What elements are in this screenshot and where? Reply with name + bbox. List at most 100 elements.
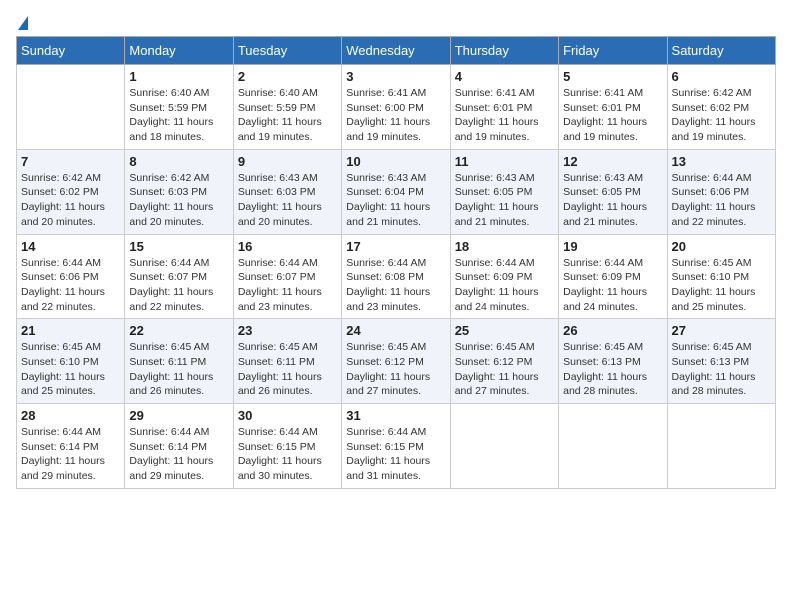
day-number: 17: [346, 239, 445, 254]
day-number: 26: [563, 323, 662, 338]
day-number: 18: [455, 239, 554, 254]
calendar-day-cell: 2Sunrise: 6:40 AMSunset: 5:59 PMDaylight…: [233, 65, 341, 150]
calendar-day-cell: 30 Sunrise: 6:44 AMSunset: 6:15 PMDayligh…: [233, 404, 341, 489]
day-info: Sunrise: 6:45 AMSunset: 6:12 PMDaylight:…: [346, 340, 445, 399]
day-number: 31: [346, 408, 445, 423]
day-number: 11: [455, 154, 554, 169]
day-number: 25: [455, 323, 554, 338]
day-info: Sunrise: 6:44 AMSunset: 6:06 PMDaylight:…: [21, 256, 120, 315]
day-number: 3: [346, 69, 445, 84]
calendar-day-cell: 21Sunrise: 6:45 AMSunset: 6:10 PMDayligh…: [17, 319, 125, 404]
day-info: Sunrise: 6:44 AMSunset: 6:15 PMDaylight:…: [238, 425, 337, 484]
day-info: Sunrise: 6:44 AMSunset: 6:08 PMDaylight:…: [346, 256, 445, 315]
day-info: Sunrise: 6:43 AMSunset: 6:03 PMDaylight:…: [238, 171, 337, 230]
day-info: Sunrise: 6:44 AMSunset: 6:07 PMDaylight:…: [238, 256, 337, 315]
calendar-week-row: 21Sunrise: 6:45 AMSunset: 6:10 PMDayligh…: [17, 319, 776, 404]
calendar-day-cell: 13 Sunrise: 6:44 AMSunset: 6:06 PMDayligh…: [667, 149, 775, 234]
weekday-header: Wednesday: [342, 37, 450, 65]
day-info: Sunrise: 6:43 AMSunset: 6:05 PMDaylight:…: [563, 171, 662, 230]
day-info: Sunrise: 6:45 AMSunset: 6:13 PMDaylight:…: [563, 340, 662, 399]
day-number: 1: [129, 69, 228, 84]
day-number: 15: [129, 239, 228, 254]
calendar-header-row: SundayMondayTuesdayWednesdayThursdayFrid…: [17, 37, 776, 65]
calendar-table: SundayMondayTuesdayWednesdayThursdayFrid…: [16, 36, 776, 489]
day-number: 28: [21, 408, 120, 423]
weekday-header: Saturday: [667, 37, 775, 65]
calendar-week-row: 7Sunrise: 6:42 AMSunset: 6:02 PMDaylight…: [17, 149, 776, 234]
calendar-day-cell: 3 Sunrise: 6:41 AMSunset: 6:00 PMDaylight…: [342, 65, 450, 150]
day-info: Sunrise: 6:42 AMSunset: 6:02 PMDaylight:…: [672, 86, 771, 145]
logo: [16, 16, 28, 30]
day-info: Sunrise: 6:41 AMSunset: 6:00 PMDaylight:…: [346, 86, 445, 145]
day-number: 9: [238, 154, 337, 169]
calendar-day-cell: 16 Sunrise: 6:44 AMSunset: 6:07 PMDayligh…: [233, 234, 341, 319]
logo-triangle-icon: [18, 16, 28, 30]
calendar-day-cell: 5Sunrise: 6:41 AMSunset: 6:01 PMDaylight…: [559, 65, 667, 150]
calendar-day-cell: 22Sunrise: 6:45 AMSunset: 6:11 PMDayligh…: [125, 319, 233, 404]
calendar-day-cell: 10 Sunrise: 6:43 AMSunset: 6:04 PMDayligh…: [342, 149, 450, 234]
calendar-day-cell: [17, 65, 125, 150]
day-number: 27: [672, 323, 771, 338]
calendar-day-cell: 26 Sunrise: 6:45 AMSunset: 6:13 PMDayligh…: [559, 319, 667, 404]
day-number: 30: [238, 408, 337, 423]
calendar-day-cell: 23 Sunrise: 6:45 AMSunset: 6:11 PMDayligh…: [233, 319, 341, 404]
day-info: Sunrise: 6:44 AMSunset: 6:14 PMDaylight:…: [129, 425, 228, 484]
calendar-day-cell: 12 Sunrise: 6:43 AMSunset: 6:05 PMDayligh…: [559, 149, 667, 234]
calendar-day-cell: [450, 404, 558, 489]
day-number: 13: [672, 154, 771, 169]
calendar-day-cell: 18 Sunrise: 6:44 AMSunset: 6:09 PMDayligh…: [450, 234, 558, 319]
calendar-day-cell: 8 Sunrise: 6:42 AMSunset: 6:03 PMDaylight…: [125, 149, 233, 234]
calendar-day-cell: 31 Sunrise: 6:44 AMSunset: 6:15 PMDayligh…: [342, 404, 450, 489]
day-number: 16: [238, 239, 337, 254]
day-info: Sunrise: 6:44 AMSunset: 6:15 PMDaylight:…: [346, 425, 445, 484]
calendar-day-cell: 28 Sunrise: 6:44 AMSunset: 6:14 PMDayligh…: [17, 404, 125, 489]
calendar-day-cell: 25Sunrise: 6:45 AMSunset: 6:12 PMDayligh…: [450, 319, 558, 404]
day-info: Sunrise: 6:45 AMSunset: 6:11 PMDaylight:…: [238, 340, 337, 399]
day-info: Sunrise: 6:43 AMSunset: 6:04 PMDaylight:…: [346, 171, 445, 230]
calendar-week-row: 1 Sunrise: 6:40 AMSunset: 5:59 PMDaylight…: [17, 65, 776, 150]
day-number: 8: [129, 154, 228, 169]
day-number: 6: [672, 69, 771, 84]
day-number: 24: [346, 323, 445, 338]
calendar-day-cell: 4Sunrise: 6:41 AMSunset: 6:01 PMDaylight…: [450, 65, 558, 150]
day-number: 20: [672, 239, 771, 254]
day-info: Sunrise: 6:41 AMSunset: 6:01 PMDaylight:…: [563, 86, 662, 145]
day-number: 10: [346, 154, 445, 169]
day-info: Sunrise: 6:43 AMSunset: 6:05 PMDaylight:…: [455, 171, 554, 230]
calendar-day-cell: 19Sunrise: 6:44 AMSunset: 6:09 PMDayligh…: [559, 234, 667, 319]
day-info: Sunrise: 6:44 AMSunset: 6:09 PMDaylight:…: [563, 256, 662, 315]
day-info: Sunrise: 6:44 AMSunset: 6:14 PMDaylight:…: [21, 425, 120, 484]
day-info: Sunrise: 6:45 AMSunset: 6:10 PMDaylight:…: [21, 340, 120, 399]
weekday-header: Monday: [125, 37, 233, 65]
day-info: Sunrise: 6:42 AMSunset: 6:02 PMDaylight:…: [21, 171, 120, 230]
day-info: Sunrise: 6:44 AMSunset: 6:07 PMDaylight:…: [129, 256, 228, 315]
calendar-day-cell: 14 Sunrise: 6:44 AMSunset: 6:06 PMDayligh…: [17, 234, 125, 319]
weekday-header: Friday: [559, 37, 667, 65]
calendar-day-cell: [667, 404, 775, 489]
weekday-header: Tuesday: [233, 37, 341, 65]
calendar-day-cell: 11 Sunrise: 6:43 AMSunset: 6:05 PMDayligh…: [450, 149, 558, 234]
page-header: [16, 16, 776, 30]
day-info: Sunrise: 6:42 AMSunset: 6:03 PMDaylight:…: [129, 171, 228, 230]
day-number: 14: [21, 239, 120, 254]
calendar-week-row: 14 Sunrise: 6:44 AMSunset: 6:06 PMDayligh…: [17, 234, 776, 319]
day-number: 23: [238, 323, 337, 338]
weekday-header: Sunday: [17, 37, 125, 65]
day-info: Sunrise: 6:41 AMSunset: 6:01 PMDaylight:…: [455, 86, 554, 145]
day-number: 2: [238, 69, 337, 84]
day-info: Sunrise: 6:44 AMSunset: 6:06 PMDaylight:…: [672, 171, 771, 230]
calendar-day-cell: 24 Sunrise: 6:45 AMSunset: 6:12 PMDayligh…: [342, 319, 450, 404]
calendar-day-cell: 9 Sunrise: 6:43 AMSunset: 6:03 PMDaylight…: [233, 149, 341, 234]
calendar-day-cell: 1 Sunrise: 6:40 AMSunset: 5:59 PMDaylight…: [125, 65, 233, 150]
calendar-day-cell: 17 Sunrise: 6:44 AMSunset: 6:08 PMDayligh…: [342, 234, 450, 319]
calendar-week-row: 28 Sunrise: 6:44 AMSunset: 6:14 PMDayligh…: [17, 404, 776, 489]
day-info: Sunrise: 6:40 AMSunset: 5:59 PMDaylight:…: [129, 86, 228, 145]
calendar-day-cell: 6 Sunrise: 6:42 AMSunset: 6:02 PMDaylight…: [667, 65, 775, 150]
weekday-header: Thursday: [450, 37, 558, 65]
day-number: 29: [129, 408, 228, 423]
day-number: 12: [563, 154, 662, 169]
calendar-day-cell: 27Sunrise: 6:45 AMSunset: 6:13 PMDayligh…: [667, 319, 775, 404]
day-info: Sunrise: 6:44 AMSunset: 6:09 PMDaylight:…: [455, 256, 554, 315]
calendar-day-cell: 7Sunrise: 6:42 AMSunset: 6:02 PMDaylight…: [17, 149, 125, 234]
calendar-day-cell: 20Sunrise: 6:45 AMSunset: 6:10 PMDayligh…: [667, 234, 775, 319]
